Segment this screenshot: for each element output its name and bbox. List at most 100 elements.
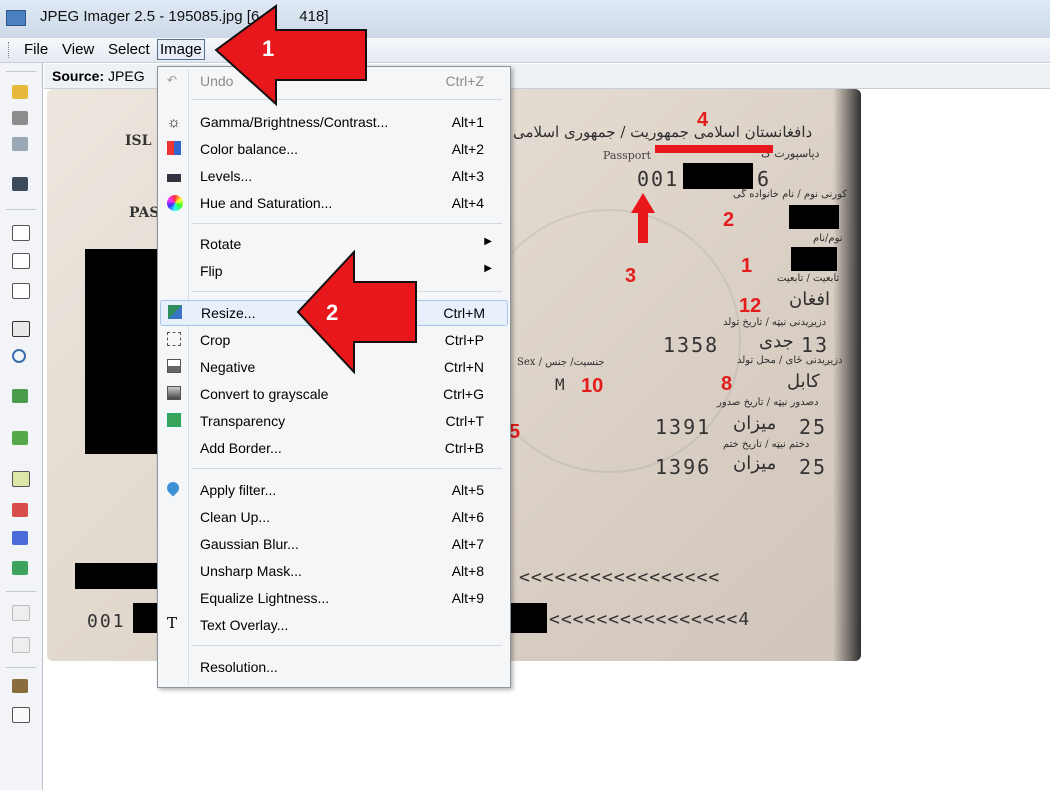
- batch-icon[interactable]: [10, 677, 30, 695]
- select-arrow-icon[interactable]: [10, 223, 30, 241]
- sex-label: Sex / جنسیت/ جنس: [517, 357, 605, 368]
- menu-item-convert-grayscale[interactable]: Convert to grayscale Ctrl+G: [160, 382, 506, 406]
- menu-separator: [192, 468, 502, 469]
- red-annotation-4: 4: [697, 109, 709, 131]
- issue-label: دصدور نیټه / تاریخ صدور: [717, 397, 819, 408]
- open-folder-icon[interactable]: [10, 83, 30, 101]
- menu-item-shortcut: Ctrl+B: [444, 440, 484, 456]
- select-subtract-icon[interactable]: [10, 281, 30, 299]
- menu-item-shortcut: Ctrl+T: [445, 413, 485, 429]
- menu-item-unsharp-mask[interactable]: Unsharp Mask... Alt+8: [160, 559, 506, 583]
- copy-icon[interactable]: [10, 705, 30, 723]
- gif-icon[interactable]: [10, 529, 30, 547]
- red-annotation-10: 10: [581, 375, 604, 397]
- dob-year: 1358: [663, 333, 720, 357]
- color-balance-icon: [167, 141, 181, 155]
- issue-month: میزان: [733, 413, 777, 434]
- left-toolbar: [0, 63, 43, 790]
- menu-item-label: Unsharp Mask...: [200, 563, 302, 579]
- red-underline: [655, 145, 773, 153]
- menu-item-label: Apply filter...: [200, 482, 277, 498]
- passport-word: Passport: [603, 149, 652, 162]
- nationality-value: افغان: [789, 289, 830, 310]
- menu-file[interactable]: File: [22, 41, 50, 58]
- png-icon[interactable]: [10, 501, 30, 519]
- menu-item-equalize-lightness[interactable]: Equalize Lightness... Alt+9: [160, 586, 506, 610]
- plus-disabled-icon: [10, 603, 30, 621]
- water-drop-icon: [164, 479, 182, 497]
- paste-icon[interactable]: [10, 109, 30, 127]
- annotation-arrow-1-number: 1: [262, 36, 275, 61]
- menu-item-label: Rotate: [200, 236, 242, 252]
- dob-label: دزیږیدنی نیټه / تاریخ تولد: [723, 317, 827, 328]
- redacted-surname: [789, 205, 839, 229]
- dob-month: جدی: [759, 331, 794, 352]
- pob-label: دزیږیدنی ځای / محل تولد: [737, 355, 843, 366]
- issue-year: 1391: [655, 415, 712, 439]
- text-tool-icon: T: [167, 614, 178, 632]
- red-annotation-1: 1: [741, 255, 753, 277]
- menu-item-shortcut: Ctrl+G: [443, 386, 484, 402]
- passport-pas-text: PAS: [129, 205, 160, 221]
- menu-item-hue-saturation[interactable]: Hue and Saturation... Alt+4: [160, 191, 506, 215]
- menu-item-label: Gaussian Blur...: [200, 536, 299, 552]
- menu-item-shortcut: Alt+2: [451, 141, 484, 157]
- crop-icon: [167, 332, 181, 346]
- passport-isl-text: ISL: [125, 133, 152, 149]
- image-icon[interactable]: [10, 387, 30, 405]
- menu-item-gaussian-blur[interactable]: Gaussian Blur... Alt+7: [160, 532, 506, 556]
- red-annotation-3: 3: [625, 265, 637, 287]
- save-icon[interactable]: [10, 175, 30, 193]
- image-edge-shadow: [833, 89, 861, 661]
- expiry-year: 1396: [655, 455, 712, 479]
- undo-icon: ↶: [167, 73, 178, 87]
- sex-value: M: [555, 375, 567, 394]
- zoom-icon[interactable]: [10, 347, 30, 365]
- menu-bar: File View Select Image: [0, 38, 1050, 63]
- dob-day: 13: [801, 333, 830, 357]
- histogram-icon: [167, 170, 181, 182]
- export-icon[interactable]: [10, 429, 30, 447]
- menu-item-clean-up[interactable]: Clean Up... Alt+6: [160, 505, 506, 529]
- menu-item-gamma-brightness-contrast[interactable]: ☼ Gamma/Brightness/Contrast... Alt+1: [160, 110, 506, 134]
- menu-item-label: Hue and Saturation...: [200, 195, 333, 211]
- menu-item-label: Resize...: [201, 305, 256, 321]
- transparency-icon: [167, 413, 181, 427]
- redacted-passport-number: [683, 163, 753, 189]
- menu-select[interactable]: Select: [106, 41, 152, 58]
- sun-icon: ☼: [167, 114, 181, 131]
- redacted-mrz-line2-right: [509, 603, 547, 633]
- menu-item-label: Crop: [200, 332, 231, 348]
- menu-item-shortcut: Alt+7: [451, 536, 484, 552]
- menu-item-label: Text Overlay...: [200, 617, 289, 633]
- menu-item-transparency[interactable]: Transparency Ctrl+T: [160, 409, 506, 433]
- menu-item-label: Color balance...: [200, 141, 299, 157]
- scan-icon[interactable]: [10, 135, 30, 153]
- menu-item-shortcut: Alt+5: [451, 482, 484, 498]
- menu-item-label: Levels...: [200, 168, 253, 184]
- menu-view[interactable]: View: [60, 41, 96, 58]
- menu-item-resolution[interactable]: Resolution...: [160, 655, 506, 679]
- menu-item-color-balance[interactable]: Color balance... Alt+2: [160, 137, 506, 161]
- redacted-mrz-line1: [75, 563, 159, 589]
- jpeg-icon[interactable]: [10, 559, 30, 577]
- toolbar-separator: [6, 591, 36, 592]
- menu-item-add-border[interactable]: Add Border... Ctrl+B: [160, 436, 506, 460]
- negative-icon: [167, 359, 181, 373]
- hand-pan-icon[interactable]: [10, 319, 30, 337]
- submenu-arrow-icon: ▶: [484, 263, 492, 274]
- menu-item-apply-filter[interactable]: Apply filter... Alt+5: [160, 478, 506, 502]
- menu-item-shortcut: Ctrl+M: [443, 305, 485, 321]
- expiry-label: دختم نیټه / تاریخ ختم: [723, 439, 810, 450]
- menu-image[interactable]: Image: [157, 39, 205, 60]
- menu-item-levels[interactable]: Levels... Alt+3: [160, 164, 506, 188]
- menu-item-label: Transparency: [200, 413, 286, 429]
- passport-number-prefix: 001: [637, 167, 680, 191]
- mrz-line1: <<<<<<<<<<<<<<<<<: [519, 567, 721, 588]
- select-add-icon[interactable]: [10, 251, 30, 269]
- red-annotation-8: 8: [721, 373, 733, 395]
- menu-item-text-overlay[interactable]: T Text Overlay...: [160, 613, 506, 637]
- jpeg-compare-icon[interactable]: [10, 469, 30, 487]
- mrz-line2: <<<<<<<<<<<<<<<<4: [549, 609, 751, 630]
- menu-item-shortcut: Alt+8: [451, 563, 484, 579]
